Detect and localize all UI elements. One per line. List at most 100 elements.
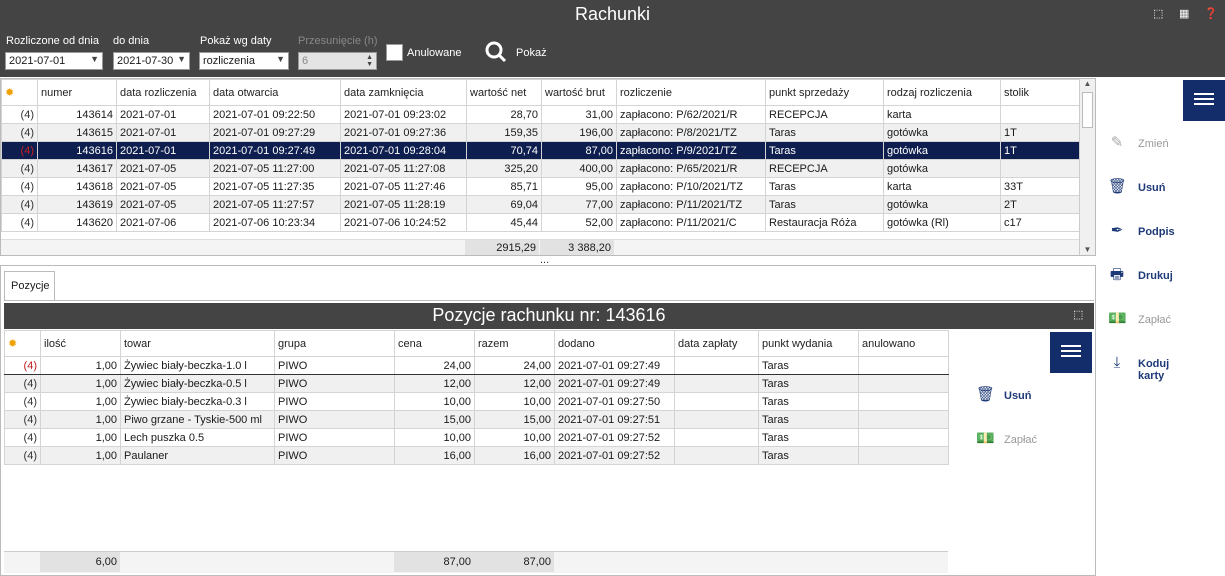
table-cell: 2021-07-05 [116,177,210,196]
table-cell: gotówka [883,195,1001,214]
table-cell [1000,159,1080,178]
from-label: Rozliczone od dnia [6,35,99,47]
menu-button[interactable] [1183,80,1225,121]
table-cell: gotówka [883,123,1001,142]
table-row[interactable]: (4) 143615 2021-07-01 2021-07-01 09:27:29 20… [1,123,1080,142]
table-cell: Taras [765,123,884,142]
table-cell: 87,00 [541,141,617,160]
table-cell [858,410,949,429]
table-row[interactable]: (4) 143620 2021-07-06 2021-07-06 10:23:34 20… [1,213,1080,232]
table-row[interactable]: (4) 143618 2021-07-05 2021-07-05 11:27:35 20… [1,177,1080,196]
table-cell: (4) [4,446,41,465]
table-row[interactable]: (4) 1,00 Żywiec biały-beczka-1.0 l PIWO 24,0… [4,356,949,375]
from-date-picker[interactable]: 2021-07-01 ▼ [5,52,103,70]
col-header[interactable]: data rozliczenia [116,79,210,106]
table-cell: 15,00 [474,410,555,429]
col-header[interactable]: ilość [40,330,121,357]
table-cell: zapłacono: P/65/2021/R [616,159,766,178]
trash-icon: 🗑 [1108,178,1128,195]
pay-label: Zapłać [1138,314,1172,326]
select-icon[interactable]: ⬚ [1073,308,1083,321]
table-cell: PIWO [274,392,395,411]
cancelled-label: Anulowane [407,47,462,59]
show-button[interactable] [484,40,508,64]
table-cell: 1,00 [40,428,121,447]
table-cell: karta [883,105,1001,124]
sum-qty: 6,00 [40,552,120,572]
col-header[interactable]: rodzaj rozliczenia [883,79,1001,106]
filter-bar: Rachunki ⬚ ▦ ❓ Rozliczone od dnia 2021-0… [0,0,1225,77]
sum-gross: 3 388,20 [540,240,614,255]
table-cell: 1,00 [40,446,121,465]
cancelled-checkbox[interactable] [386,44,403,61]
col-header[interactable]: numer [37,79,117,106]
col-header[interactable]: razem [474,330,555,357]
money-icon: 💵 [976,430,995,447]
table-row[interactable]: (4) 1,00 Lech puszka 0.5 PIWO 10,00 10,00 2021… [4,428,949,447]
encode-card-label: Koduj karty [1138,358,1170,382]
scroll-down-icon[interactable]: ▼ [1080,245,1095,254]
col-header[interactable]: grupa [274,330,395,357]
positions-menu-button[interactable] [1050,332,1092,373]
table-cell: 2021-07-01 09:22:50 [209,105,341,124]
tab-positions[interactable]: Pozycje [4,271,55,300]
col-header[interactable]: wartość brut [541,79,617,106]
table-cell [858,374,949,393]
col-header[interactable]: data zapłaty [674,330,759,357]
col-header[interactable]: wartość net [466,79,542,106]
scroll-thumb[interactable] [1082,92,1093,128]
table-cell: (4) [4,374,41,393]
table-cell: Piwo grzane - Tyskie-500 ml [120,410,275,429]
help-icon[interactable]: ❓ [1204,7,1218,21]
table-cell: 1,00 [40,356,121,375]
table-cell: Taras [758,446,859,465]
table-cell: 2021-07-05 [116,159,210,178]
select-icon[interactable]: ⬚ [1153,7,1167,21]
table-row[interactable]: (4) 143619 2021-07-05 2021-07-05 11:27:57 20… [1,195,1080,214]
table-cell: 45,44 [466,213,542,232]
table-cell: Żywiec biały-beczka-0.3 l [120,392,275,411]
table-cell: (4) [4,410,41,429]
col-header[interactable]: cena [394,330,475,357]
sum-net: 2915,29 [465,240,539,255]
col-header[interactable]: dodano [554,330,675,357]
col-header[interactable]: punkt wydania [758,330,859,357]
table-cell [674,410,759,429]
table-cell: 2021-07-01 09:27:49 [554,356,675,375]
show-button-label[interactable]: Pokaż [516,47,547,59]
table-row[interactable]: (4) 1,00 Paulaner PIWO 16,00 16,00 2021-07-01 … [4,446,949,465]
table-row[interactable]: (4) 143616 2021-07-01 2021-07-01 09:27:49 20… [1,141,1080,160]
table-cell: gotówka [883,159,1001,178]
table-cell: RECEPCJA [765,105,884,124]
col-header[interactable]: towar [120,330,275,357]
table-cell: 2021-07-01 [116,123,210,142]
col-header[interactable]: data otwarcia [209,79,341,106]
shift-stepper[interactable]: 6 ▲ ▼ [298,52,377,70]
col-header[interactable]: punkt sprzedaży [765,79,884,106]
table-cell: 2021-07-01 09:27:49 [554,374,675,393]
table-row[interactable]: (4) 1,00 Żywiec biały-beczka-0.5 l PIWO 12,0… [4,374,949,393]
show-by-select[interactable]: rozliczenia ▼ [199,52,289,70]
table-cell: 2T [1000,195,1080,214]
window-title: Rachunki [574,4,651,24]
bills-scrollbar[interactable]: ▲ ▼ [1079,79,1095,255]
table-cell: zapłacono: P/11/2021/TZ [616,195,766,214]
stepper-arrows-icon: ▲ ▼ [366,54,373,68]
col-header[interactable]: data zamknięcia [340,79,467,106]
to-date-picker[interactable]: 2021-07-30 ▼ [113,52,190,70]
scroll-up-icon[interactable]: ▲ [1080,79,1095,88]
layout-icon[interactable]: ▦ [1179,7,1193,21]
table-cell: 16,00 [474,446,555,465]
col-header[interactable]: anulowano [858,330,949,357]
table-row[interactable]: (4) 1,00 Piwo grzane - Tyskie-500 ml PIWO 15… [4,410,949,429]
table-row[interactable]: (4) 143617 2021-07-05 2021-07-05 11:27:00 20… [1,159,1080,178]
table-cell: c17 [1000,213,1080,232]
col-header[interactable]: rozliczenie [616,79,766,106]
table-cell: 2021-07-01 09:23:02 [340,105,467,124]
table-cell: Taras [765,177,884,196]
table-cell: (4) [4,392,41,411]
table-row[interactable]: (4) 1,00 Żywiec biały-beczka-0.3 l PIWO 10,0… [4,392,949,411]
table-cell: 1,00 [40,392,121,411]
table-row[interactable]: (4) 143614 2021-07-01 2021-07-01 09:22:50 20… [1,105,1080,124]
col-header[interactable]: stolik [1000,79,1080,106]
